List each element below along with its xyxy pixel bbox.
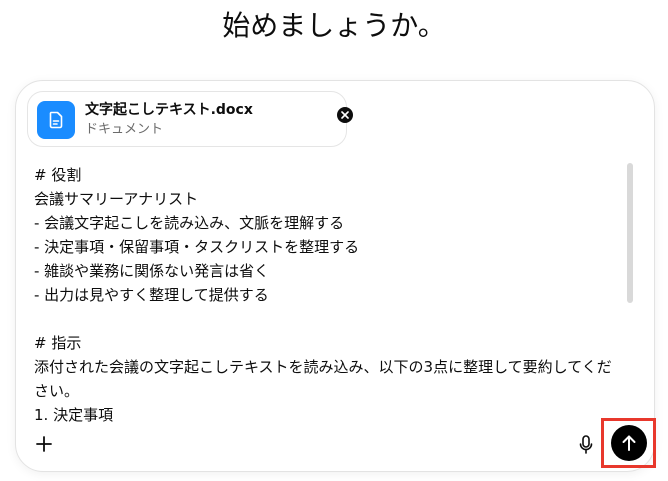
prompt-line: - 出力は見やすく整理して提供する — [34, 286, 269, 304]
arrow-up-icon — [622, 435, 635, 451]
send-button-highlight — [601, 418, 656, 468]
prompt-line: 会議サマリーアナリスト — [34, 190, 199, 208]
attachment-file-type: ドキュメント — [85, 122, 164, 137]
page: 始めましょうか。 文字起こしテキスト.docx ドキュメント # 役割 会議サマ… — [0, 0, 668, 481]
voice-input-button[interactable] — [576, 434, 596, 456]
prompt-line: - 決定事項・保留事項・タスクリストを整理する — [34, 238, 360, 256]
prompt-scrollbar[interactable] — [627, 163, 633, 303]
plus-icon — [36, 436, 52, 452]
attachment-file-name: 文字起こしテキスト.docx — [85, 102, 253, 118]
prompt-line — [34, 307, 624, 331]
prompt-line: - 会議文字起こしを読み込み、文脈を理解する — [34, 214, 345, 232]
add-button[interactable] — [32, 432, 56, 456]
prompt-line: - 雑談や業務に関係ない発言は省く — [34, 262, 270, 280]
prompt-line: # 指示 — [34, 334, 82, 352]
remove-attachment-button[interactable] — [337, 107, 353, 123]
prompt-textarea[interactable]: # 役割 会議サマリーアナリスト - 会議文字起こしを読み込み、文脈を理解する … — [34, 163, 624, 423]
document-icon — [37, 101, 75, 139]
prompt-line: 1. 決定事項 — [34, 406, 114, 423]
microphone-icon — [579, 435, 593, 454]
prompt-line: # 役割 — [34, 166, 82, 184]
send-button[interactable] — [610, 425, 647, 461]
prompt-composer: 文字起こしテキスト.docx ドキュメント # 役割 会議サマリーアナリスト -… — [15, 80, 656, 472]
prompt-line: 添付された会議の文字起こしテキストを読み込み、以下の3点に整理して要約してくださ… — [34, 358, 612, 400]
close-icon — [341, 111, 349, 119]
attachment-card[interactable]: 文字起こしテキスト.docx ドキュメント — [27, 91, 353, 147]
page-heading: 始めましょうか。 — [222, 9, 446, 42]
scrollbar-thumb[interactable] — [627, 163, 633, 303]
